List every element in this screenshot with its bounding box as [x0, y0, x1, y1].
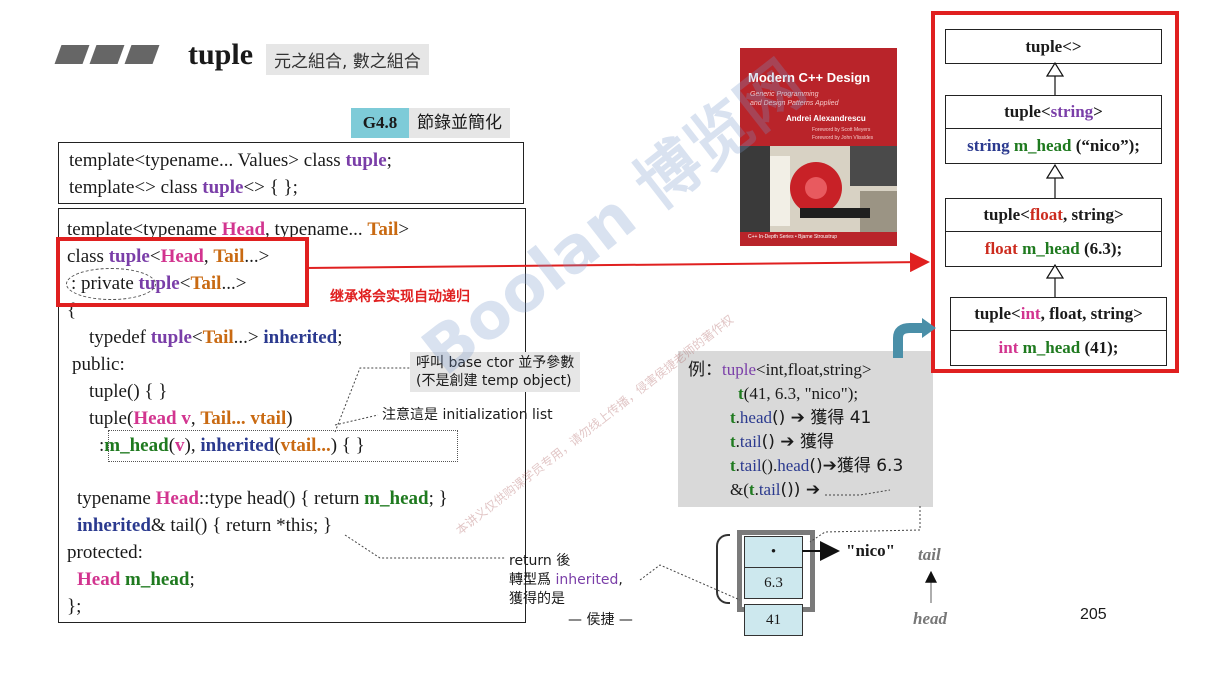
init-list-box [108, 430, 458, 462]
code-line: typename Head::type head() { return m_he… [77, 488, 448, 509]
example-line: 例：tuple<int,float,string> [688, 360, 872, 380]
memory-cell-float: 6.3 [744, 567, 803, 599]
section-note: 節錄並簡化 [409, 108, 510, 138]
pointer-target-label: "nico" [846, 541, 896, 560]
class-tuple-int-float-string: tuple<int, float, string> int m_head (41… [950, 297, 1167, 366]
decl-line-1: template<typename... Values> class tuple… [69, 150, 392, 171]
code-line: Head m_head; [77, 569, 195, 590]
stripe-2 [89, 45, 125, 64]
example-line: t.tail().head()➔獲得 6.3 [730, 456, 904, 476]
decl-line-2: template<> class tuple<> { }; [69, 177, 298, 198]
class-header: tuple<int, float, string> [951, 298, 1166, 331]
declaration-box: template<typename... Values> class tuple… [58, 142, 524, 204]
class-member: string m_head (“nico”); [967, 136, 1140, 155]
stripe-3 [124, 45, 160, 64]
code-line: }; [67, 596, 82, 617]
brace [716, 534, 730, 604]
class-tuple-string: tuple<string> string m_head (“nico”); [945, 95, 1162, 164]
book-series: C++ In-Depth Series • Bjarne Stroustrup [748, 234, 838, 240]
book-foreword: Foreword by Scott Meyers Foreword by John… [812, 127, 874, 141]
head-label: head [913, 609, 947, 628]
example-line: t.tail() ➔ 獲得 [730, 432, 834, 452]
inheritance-highlight [56, 237, 309, 307]
author-signature: — 侯捷 — [568, 612, 633, 628]
class-header: tuple<string> [946, 96, 1161, 129]
example-line: &(t.tail()) ➔ [730, 480, 821, 500]
class-tuple-float-string: tuple<float, string> float m_head (6.3); [945, 198, 1162, 267]
tail-label: tail [918, 545, 941, 564]
class-header: tuple<float, string> [946, 199, 1161, 232]
memory-cell-string: • [744, 536, 803, 568]
example-line: t.head() ➔ 獲得 41 [730, 408, 872, 428]
class-member: float m_head (6.3); [984, 239, 1123, 258]
page-subtitle: 元之組合, 數之組合 [266, 44, 429, 75]
class-tuple-empty: tuple<> [945, 29, 1162, 64]
class-member: int m_head (41); [998, 338, 1119, 357]
memory-cell-int: 41 [744, 604, 803, 636]
init-list-note: 注意這是 initialization list [382, 407, 553, 423]
section-tag: G4.8 [351, 108, 409, 138]
return-note: return 後 轉型爲 inherited, 獲得的是 [509, 553, 623, 607]
page-title: tuple [188, 38, 254, 71]
code-line: protected: [67, 542, 143, 563]
page-number: 205 [1080, 606, 1107, 623]
stripe-1 [54, 45, 90, 64]
example-box: 例：tuple<int,float,string> t(41, 6.3, "ni… [678, 351, 933, 507]
example-line: t(41, 6.3, "nico"); [738, 384, 859, 403]
book-cover-art [740, 146, 897, 232]
